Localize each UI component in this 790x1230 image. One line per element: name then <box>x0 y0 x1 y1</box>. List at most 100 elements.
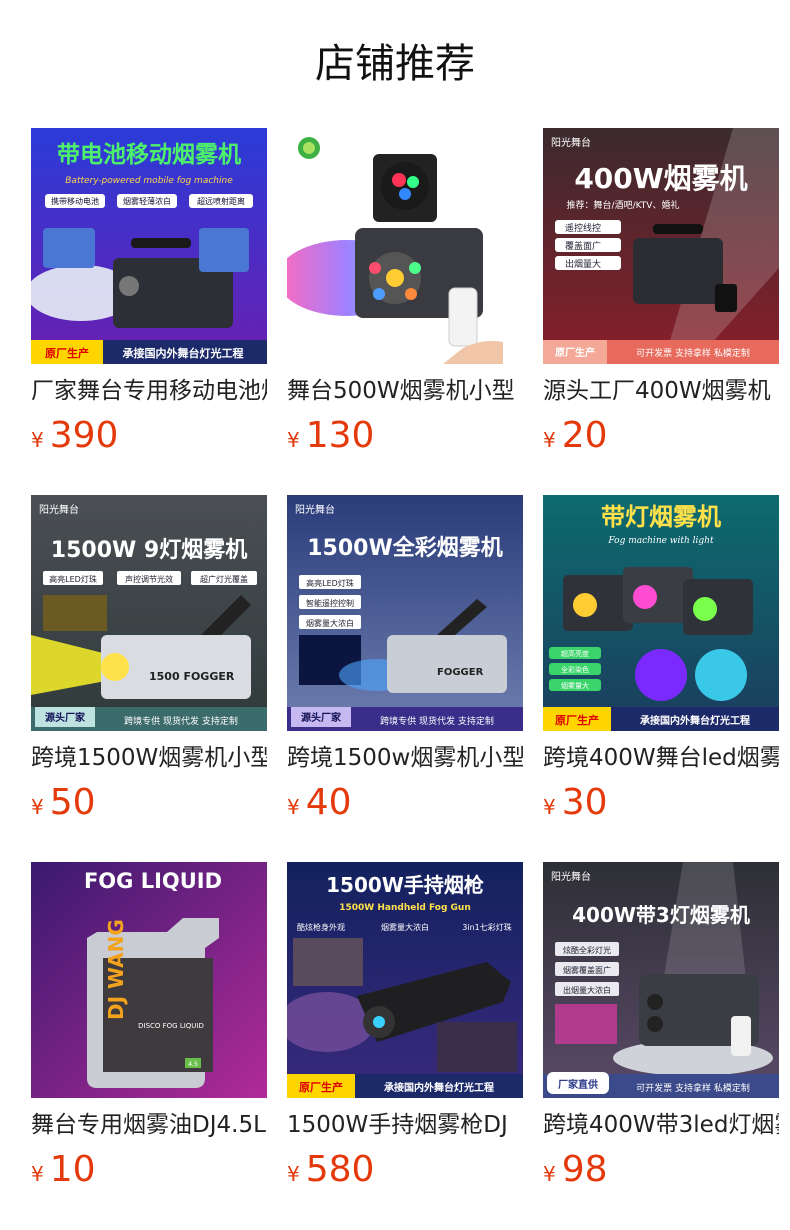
product-image[interactable]: 带电池移动烟雾机 Battery-powered mobile fog mach… <box>31 128 267 364</box>
currency-symbol: ¥ <box>31 428 44 452</box>
svg-text:1500 FOGGER: 1500 FOGGER <box>149 670 235 683</box>
product-card[interactable]: 1500W手持烟枪 1500W Handheld Fog Gun 酷炫枪身外观 … <box>287 862 523 1192</box>
product-card[interactable]: 阳光舞台 1500W全彩烟雾机 高亮LED灯珠 智能遥控控制 烟雾量大浓白 FO… <box>287 495 523 825</box>
svg-text:炫酷全彩灯光: 炫酷全彩灯光 <box>563 945 611 955</box>
svg-text:Fog machine with light: Fog machine with light <box>607 536 714 546</box>
currency-symbol: ¥ <box>31 1162 44 1186</box>
product-price: ¥580 <box>287 1148 374 1192</box>
product-price: ¥390 <box>31 414 118 458</box>
product-card[interactable]: 阳光舞台 400W带3灯烟雾机 炫酷全彩灯光 烟雾覆盖面广 出烟量大浓白 厂家直… <box>543 862 779 1192</box>
currency-symbol: ¥ <box>543 795 556 819</box>
currency-symbol: ¥ <box>287 428 300 452</box>
svg-text:1500W 9灯烟雾机: 1500W 9灯烟雾机 <box>51 538 247 563</box>
product-price: ¥10 <box>31 1148 96 1192</box>
product-price: ¥50 <box>31 781 96 825</box>
price-amount: 580 <box>305 1149 375 1190</box>
product-name[interactable]: 跨境1500w烟雾机小型 <box>287 741 523 775</box>
product-name[interactable]: 源头工厂400W烟雾机 <box>543 374 779 408</box>
svg-text:智能遥控控制: 智能遥控控制 <box>306 598 354 608</box>
currency-symbol: ¥ <box>31 795 44 819</box>
product-image[interactable]: 阳光舞台 400W烟雾机 推荐：舞台/酒吧/KTV、婚礼 遥控线控 覆盖面广 出… <box>543 128 779 364</box>
svg-text:1500W全彩烟雾机: 1500W全彩烟雾机 <box>307 535 503 561</box>
product-name[interactable]: 跨境1500W烟雾机小型 <box>31 741 267 775</box>
svg-text:阳光舞台: 阳光舞台 <box>551 870 591 883</box>
svg-text:烟雾量大浓白: 烟雾量大浓白 <box>381 922 429 932</box>
svg-text:烟雾量大浓白: 烟雾量大浓白 <box>306 618 354 628</box>
svg-text:DISCO FOG LIQUID: DISCO FOG LIQUID <box>138 1022 204 1030</box>
svg-text:覆盖面广: 覆盖面广 <box>565 240 601 252</box>
product-image[interactable]: 带灯烟雾机 Fog machine with light 超高亮度 全彩染色 烟… <box>543 495 779 731</box>
svg-text:源头厂家: 源头厂家 <box>45 711 86 724</box>
svg-text:4.5: 4.5 <box>188 1061 198 1068</box>
svg-text:出烟量大浓白: 出烟量大浓白 <box>563 985 611 995</box>
price-amount: 40 <box>305 782 352 823</box>
price-amount: 20 <box>561 415 608 456</box>
price-amount: 50 <box>49 782 96 823</box>
product-image[interactable]: 1500W手持烟枪 1500W Handheld Fog Gun 酷炫枪身外观 … <box>287 862 523 1098</box>
currency-symbol: ¥ <box>543 428 556 452</box>
product-card[interactable]: FOG LIQUID DJ WANG DISCO FOG LIQUID 4.5 … <box>31 862 267 1192</box>
product-name[interactable]: 舞台500W烟雾机小型 <box>287 374 523 408</box>
product-name[interactable]: 跨境400W带3led灯烟雾机 <box>543 1108 779 1142</box>
svg-text:承接国内外舞台灯光工程: 承接国内外舞台灯光工程 <box>384 1081 494 1094</box>
svg-text:阳光舞台: 阳光舞台 <box>39 503 79 516</box>
price-amount: 130 <box>305 415 375 456</box>
svg-text:声控调节光效: 声控调节光效 <box>125 574 173 584</box>
product-price: ¥20 <box>543 414 608 458</box>
product-image[interactable]: 阳光舞台 400W带3灯烟雾机 炫酷全彩灯光 烟雾覆盖面广 出烟量大浓白 厂家直… <box>543 862 779 1098</box>
product-price: ¥130 <box>287 414 374 458</box>
svg-text:烟雾轻薄浓白: 烟雾轻薄浓白 <box>123 196 171 206</box>
svg-text:超高亮度: 超高亮度 <box>561 649 589 658</box>
svg-text:1500W Handheld Fog Gun: 1500W Handheld Fog Gun <box>339 903 470 913</box>
product-image[interactable]: 阳光舞台 1500W全彩烟雾机 高亮LED灯珠 智能遥控控制 烟雾量大浓白 FO… <box>287 495 523 731</box>
price-amount: 10 <box>49 1149 96 1190</box>
svg-text:高亮LED灯珠: 高亮LED灯珠 <box>49 574 97 584</box>
svg-text:1500W手持烟枪: 1500W手持烟枪 <box>326 873 484 897</box>
currency-symbol: ¥ <box>543 1162 556 1186</box>
product-price: ¥40 <box>287 781 352 825</box>
product-card[interactable]: 带灯烟雾机 Fog machine with light 超高亮度 全彩染色 烟… <box>543 495 779 825</box>
svg-text:Battery-powered mobile fog mac: Battery-powered mobile fog machine <box>65 176 233 186</box>
product-image[interactable] <box>287 128 523 364</box>
product-image[interactable]: 阳光舞台 1500W 9灯烟雾机 高亮LED灯珠 声控调节光效 超广灯光覆盖 1… <box>31 495 267 731</box>
svg-text:烟雾量大: 烟雾量大 <box>561 681 589 690</box>
svg-text:带电池移动烟雾机: 带电池移动烟雾机 <box>57 142 241 168</box>
svg-text:推荐：舞台/酒吧/KTV、婚礼: 推荐：舞台/酒吧/KTV、婚礼 <box>567 199 680 211</box>
product-card[interactable]: 阳光舞台 400W烟雾机 推荐：舞台/酒吧/KTV、婚礼 遥控线控 覆盖面广 出… <box>543 128 779 458</box>
svg-text:全彩染色: 全彩染色 <box>561 665 589 674</box>
product-price: ¥98 <box>543 1148 608 1192</box>
svg-text:DJ WANG: DJ WANG <box>104 919 128 1020</box>
price-amount: 98 <box>561 1149 608 1190</box>
product-card[interactable]: 舞台500W烟雾机小型 ¥130 <box>287 128 523 458</box>
svg-text:原厂生产: 原厂生产 <box>45 346 89 360</box>
product-card[interactable]: 阳光舞台 1500W 9灯烟雾机 高亮LED灯珠 声控调节光效 超广灯光覆盖 1… <box>31 495 267 825</box>
svg-text:高亮LED灯珠: 高亮LED灯珠 <box>306 578 354 588</box>
svg-text:原厂生产: 原厂生产 <box>299 1080 343 1094</box>
svg-text:可开发票 支持拿样 私模定制: 可开发票 支持拿样 私模定制 <box>636 347 750 359</box>
price-amount: 30 <box>561 782 608 823</box>
svg-text:厂家直供: 厂家直供 <box>558 1078 598 1091</box>
svg-text:承接国内外舞台灯光工程: 承接国内外舞台灯光工程 <box>640 714 750 727</box>
svg-text:承接国内外舞台灯光工程: 承接国内外舞台灯光工程 <box>123 346 244 360</box>
product-name[interactable]: 舞台专用烟雾油DJ4.5L <box>31 1108 267 1142</box>
svg-text:烟雾覆盖面广: 烟雾覆盖面广 <box>563 965 611 975</box>
svg-text:遥控线控: 遥控线控 <box>565 222 601 234</box>
svg-text:FOGGER: FOGGER <box>437 667 484 678</box>
currency-symbol: ¥ <box>287 1162 300 1186</box>
svg-text:阳光舞台: 阳光舞台 <box>295 503 335 516</box>
product-name[interactable]: 1500W手持烟雾枪DJ <box>287 1108 523 1142</box>
product-image[interactable]: FOG LIQUID DJ WANG DISCO FOG LIQUID 4.5 <box>31 862 267 1098</box>
product-grid: 带电池移动烟雾机 Battery-powered mobile fog mach… <box>0 0 790 1230</box>
currency-symbol: ¥ <box>287 795 300 819</box>
svg-text:可开发票 支持拿样 私模定制: 可开发票 支持拿样 私模定制 <box>636 1082 750 1094</box>
svg-text:3in1七彩灯珠: 3in1七彩灯珠 <box>462 922 511 932</box>
svg-text:酷炫枪身外观: 酷炫枪身外观 <box>297 922 345 932</box>
product-card[interactable]: 带电池移动烟雾机 Battery-powered mobile fog mach… <box>31 128 267 458</box>
svg-text:原厂生产: 原厂生产 <box>555 713 599 727</box>
product-name[interactable]: 厂家舞台专用移动电池烟雾机 <box>31 374 267 408</box>
svg-text:超远喷射距离: 超远喷射距离 <box>197 196 245 206</box>
svg-text:跨境专供 现货代发 支持定制: 跨境专供 现货代发 支持定制 <box>124 715 238 727</box>
svg-text:源头厂家: 源头厂家 <box>301 711 342 724</box>
price-amount: 390 <box>49 415 119 456</box>
product-name[interactable]: 跨境400W舞台led烟雾机 <box>543 741 779 775</box>
